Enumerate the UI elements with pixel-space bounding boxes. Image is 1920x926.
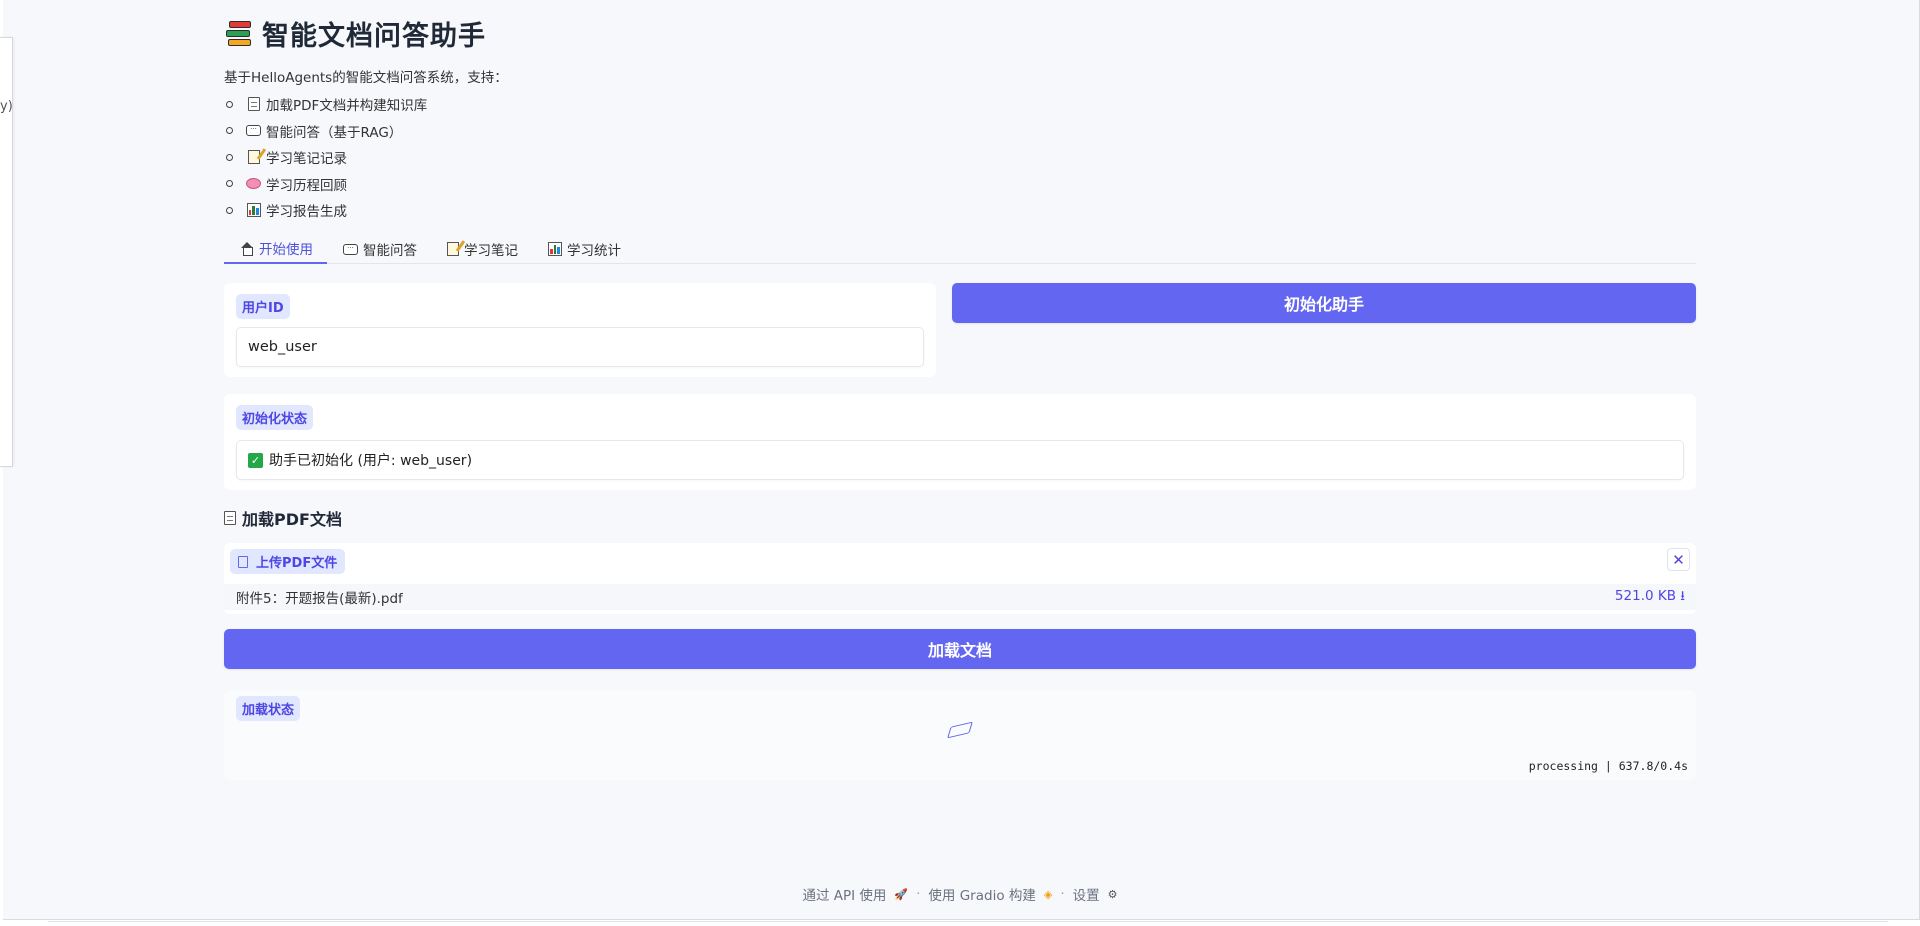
rocket-icon: 🚀 — [894, 887, 909, 901]
feature-label: 智能问答（基于RAG） — [266, 124, 403, 141]
feature-label: 学习报告生成 — [266, 204, 347, 221]
upload-label-text: 上传PDF文件 — [256, 556, 338, 571]
feature-item: 加载PDF文档并构建知识库 — [224, 91, 427, 118]
tab-label: 学习统计 — [567, 243, 621, 259]
house-icon — [240, 241, 254, 256]
tab-notes[interactable]: 学习笔记 — [431, 234, 532, 264]
feature-list: 加载PDF文档并构建知识库 ··· 智能问答（基于RAG） 学习笔记记录 学习历… — [224, 91, 427, 224]
gradio-logo-icon: ◈ — [1043, 887, 1053, 901]
gear-icon: ⚙ — [1107, 887, 1118, 901]
bottom-strip — [48, 921, 1888, 926]
footer: 通过 API 使用 🚀 · 使用 Gradio 构建 ◈ · 设置 ⚙ — [0, 884, 1920, 904]
user-id-input[interactable] — [248, 339, 923, 355]
init-status-block: 初始化状态 ✓ 助手已初始化 (用户: web_user) — [224, 394, 1696, 490]
init-assistant-button[interactable]: 初始化助手 — [952, 283, 1696, 323]
side-panel-text: y) — [0, 99, 13, 114]
bar-chart-icon — [548, 242, 562, 256]
feature-label: 学习历程回顾 — [266, 177, 347, 194]
loading-spinner-icon — [947, 721, 973, 739]
books-icon — [226, 20, 252, 48]
load-status-block: 加载状态 processing | 637.8/0.4s — [224, 690, 1696, 780]
header: 智能文档问答助手 — [226, 14, 486, 53]
footer-separator: · — [916, 886, 921, 902]
progress-text: processing | 637.8/0.4s — [1528, 759, 1688, 773]
intro-text: 基于HelloAgents的智能文档问答系统，支持： — [224, 70, 508, 86]
user-id-label: 用户ID — [236, 294, 290, 319]
init-status-value: 助手已初始化 (用户: web_user) — [269, 453, 473, 469]
speech-bubble-icon: ··· — [246, 123, 261, 138]
side-panel-edge: y) — [0, 37, 13, 467]
uploaded-file-row: 附件5：开题报告(最新).pdf 521.0 KB ⭳ — [224, 584, 1696, 610]
document-icon — [224, 511, 236, 525]
load-status-label: 加载状态 — [236, 696, 301, 721]
check-mark-icon: ✓ — [248, 452, 263, 468]
footer-separator: · — [1060, 886, 1065, 902]
memo-icon — [246, 150, 261, 165]
close-icon: ✕ — [1672, 550, 1685, 569]
bullet-icon — [226, 180, 233, 188]
tab-label: 学习笔记 — [464, 243, 518, 259]
feature-item: 学习笔记记录 — [224, 144, 427, 171]
init-status-label: 初始化状态 — [236, 405, 314, 430]
bullet-icon — [226, 127, 233, 135]
load-section-title: 加载PDF文档 — [242, 510, 342, 529]
tab-bar: 开始使用 ··· 智能问答 学习笔记 学习统计 — [224, 234, 1696, 264]
file-icon — [238, 555, 248, 568]
upload-label: 上传PDF文件 — [230, 549, 346, 574]
feature-label: 加载PDF文档并构建知识库 — [266, 98, 428, 115]
file-size-download[interactable]: 521.0 KB ⭳ — [1615, 586, 1685, 609]
settings-link[interactable]: 设置 — [1073, 884, 1100, 904]
tab-label: 智能问答 — [363, 243, 417, 259]
file-name: 附件5：开题报告(最新).pdf — [236, 591, 403, 607]
remove-file-button[interactable]: ✕ — [1667, 548, 1690, 571]
feature-item: 学习历程回顾 — [224, 171, 427, 198]
tab-qa[interactable]: ··· 智能问答 — [327, 234, 431, 264]
init-status-field: ✓ 助手已初始化 (用户: web_user) — [236, 440, 1684, 480]
gradio-link[interactable]: 使用 Gradio 构建 — [928, 884, 1035, 904]
load-document-button[interactable]: 加载文档 — [224, 629, 1696, 669]
bar-chart-icon — [246, 203, 261, 218]
feature-item: ··· 智能问答（基于RAG） — [224, 118, 427, 145]
tab-label: 开始使用 — [259, 242, 313, 258]
speech-bubble-icon: ··· — [343, 243, 358, 255]
memo-icon — [447, 242, 459, 256]
tab-stats[interactable]: 学习统计 — [532, 234, 635, 264]
feature-item: 学习报告生成 — [224, 197, 427, 224]
user-id-field[interactable] — [236, 327, 924, 367]
load-section-heading: 加载PDF文档 — [224, 506, 342, 530]
bullet-icon — [226, 100, 233, 108]
tab-getting-started[interactable]: 开始使用 — [224, 234, 327, 264]
document-icon — [246, 97, 261, 112]
bullet-icon — [226, 206, 233, 214]
api-link[interactable]: 通过 API 使用 — [802, 884, 886, 904]
brain-icon — [246, 176, 261, 191]
bullet-icon — [226, 153, 233, 161]
user-id-block: 用户ID — [224, 283, 936, 377]
feature-label: 学习笔记记录 — [266, 151, 347, 168]
page-title: 智能文档问答助手 — [262, 21, 486, 52]
